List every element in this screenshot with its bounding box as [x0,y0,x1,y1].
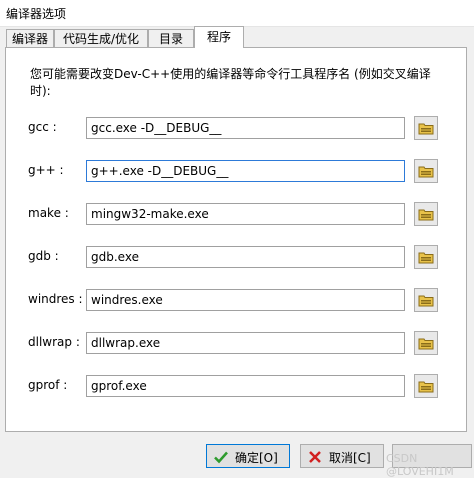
dllwrap-browse-button[interactable] [414,331,438,355]
dllwrap-label: dllwrap : [28,335,80,349]
tab-compiler[interactable]: 编译器 [6,29,54,47]
gcc-browse-button[interactable] [414,116,438,140]
program-row-dllwrap: dllwrap : [6,330,466,356]
tab-strip: 编译器 代码生成/优化 目录 程序 [4,26,470,48]
gdb-label: gdb : [28,249,59,263]
ok-button[interactable]: 确定[O] [206,444,290,468]
programs-panel: 您可能需要改变Dev-C++使用的编译器等命令行工具程序名 (例如交叉编译时):… [5,47,467,432]
gdb-browse-button[interactable] [414,245,438,269]
dialog-button-bar: 确定[O] 取消[C] CSDN @LOVEHI1M [0,432,474,478]
program-row-gprof: gprof : [6,373,466,399]
folder-icon [418,252,434,264]
gcc-label: gcc : [28,120,57,134]
folder-icon [418,209,434,221]
title-bar: 编译器选项 [0,0,474,27]
dllwrap-input[interactable] [86,332,405,354]
watermark: CSDN @LOVEHI1M [386,452,454,478]
tab-directories[interactable]: 目录 [148,29,194,47]
windres-label: windres : [28,292,83,306]
window-title: 编译器选项 [6,7,67,21]
cancel-button-label: 取消[C] [329,451,371,465]
tab-codegen[interactable]: 代码生成/优化 [54,29,148,47]
program-row-gdb: gdb : [6,244,466,270]
make-input[interactable] [86,203,405,225]
cancel-button[interactable]: 取消[C] [300,444,384,468]
program-row-windres: windres : [6,287,466,313]
program-row-gpp: g++ : [6,158,466,184]
folder-icon [418,166,434,178]
programs-description: 您可能需要改变Dev-C++使用的编译器等命令行工具程序名 (例如交叉编译时): [30,67,431,98]
gprof-browse-button[interactable] [414,374,438,398]
folder-icon [418,295,434,307]
gpp-input[interactable] [86,160,405,182]
ok-button-label: 确定[O] [235,451,278,465]
gpp-label: g++ : [28,163,64,177]
gdb-input[interactable] [86,246,405,268]
gcc-input[interactable] [86,117,405,139]
folder-icon [418,381,434,393]
checkmark-icon [214,451,228,464]
close-icon [309,451,321,463]
folder-icon [418,123,434,135]
make-label: make : [28,206,69,220]
gprof-label: gprof : [28,378,68,392]
windres-browse-button[interactable] [414,288,438,312]
gpp-browse-button[interactable] [414,159,438,183]
program-row-make: make : [6,201,466,227]
windres-input[interactable] [86,289,405,311]
gprof-input[interactable] [86,375,405,397]
make-browse-button[interactable] [414,202,438,226]
tab-programs[interactable]: 程序 [194,26,244,48]
program-row-gcc: gcc : [6,115,466,141]
folder-icon [418,338,434,350]
